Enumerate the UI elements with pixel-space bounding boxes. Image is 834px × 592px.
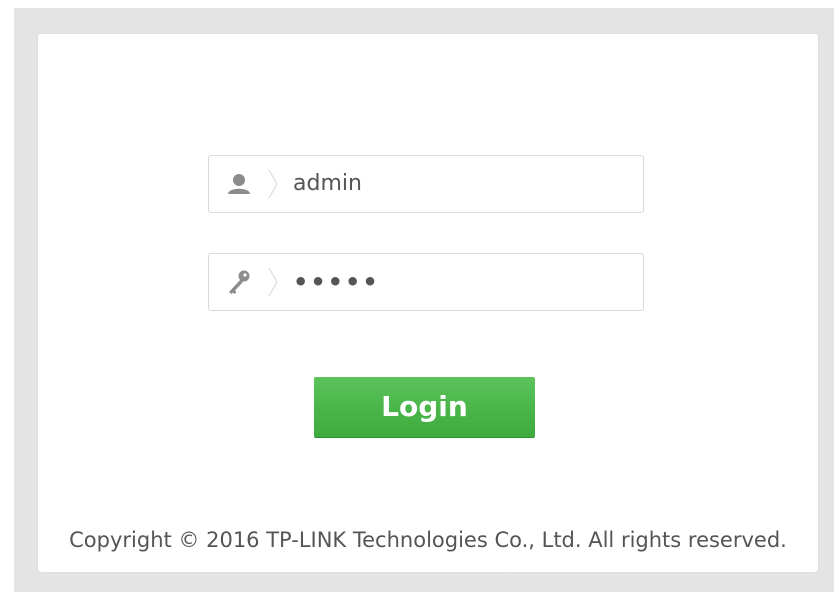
copyright-text: Copyright © 2016 TP-LINK Technologies Co… bbox=[69, 528, 787, 552]
username-field[interactable] bbox=[208, 155, 644, 213]
password-input[interactable]: ••••• bbox=[293, 254, 633, 310]
login-page: ••••• Login Copyright © 2016 TP-LINK Tec… bbox=[0, 0, 834, 592]
key-icon bbox=[209, 254, 271, 310]
password-field[interactable]: ••••• bbox=[208, 253, 644, 311]
field-separator bbox=[268, 170, 278, 198]
username-input[interactable] bbox=[293, 156, 633, 212]
login-button[interactable]: Login bbox=[314, 377, 535, 437]
user-icon bbox=[209, 156, 271, 212]
field-separator bbox=[268, 268, 278, 296]
